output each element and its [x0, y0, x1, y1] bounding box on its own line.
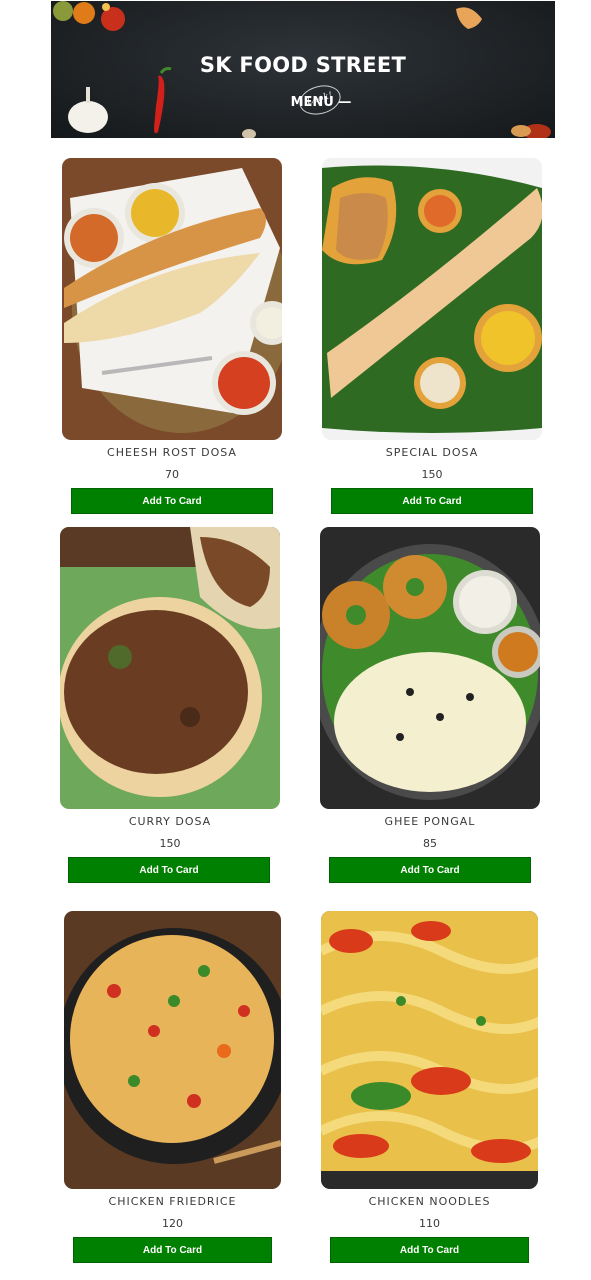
item-name: CHEESH ROST DOSA [107, 446, 237, 459]
item-price: 150 [421, 468, 443, 481]
item-price: 70 [165, 468, 179, 481]
add-to-card-button[interactable]: Add To Card [329, 857, 531, 883]
ghee-pongal-photo [320, 527, 540, 809]
item-name: SPECIAL DOSA [385, 446, 479, 459]
item-name: GHEE PONGAL [384, 815, 476, 828]
add-to-card-button[interactable]: Add To Card [73, 1237, 272, 1263]
add-to-card-button[interactable]: Add To Card [71, 488, 273, 514]
add-to-card-button[interactable]: Add To Card [331, 488, 533, 514]
special-dosa-photo [322, 158, 542, 440]
curry-dosa-photo [60, 527, 280, 809]
cheese-roast-dosa-photo [62, 158, 282, 440]
item-name: CHICKEN FRIEDRICE [108, 1195, 237, 1208]
item-price: 110 [419, 1217, 440, 1230]
item-price: 85 [423, 837, 437, 850]
chicken-fried-rice-photo [64, 911, 281, 1189]
item-name: CURRY DOSA [128, 815, 212, 828]
menu-header-banner: SK FOOD STREET Look! MENU — [51, 1, 555, 138]
menu-subtitle: MENU — [290, 95, 352, 110]
item-name: CHICKEN NOODLES [368, 1195, 491, 1208]
item-price: 120 [162, 1217, 183, 1230]
item-price: 150 [159, 837, 181, 850]
add-to-card-button[interactable]: Add To Card [68, 857, 270, 883]
chicken-noodles-photo [321, 911, 538, 1189]
page-title: SK FOOD STREET [199, 53, 407, 77]
add-to-card-button[interactable]: Add To Card [330, 1237, 529, 1263]
